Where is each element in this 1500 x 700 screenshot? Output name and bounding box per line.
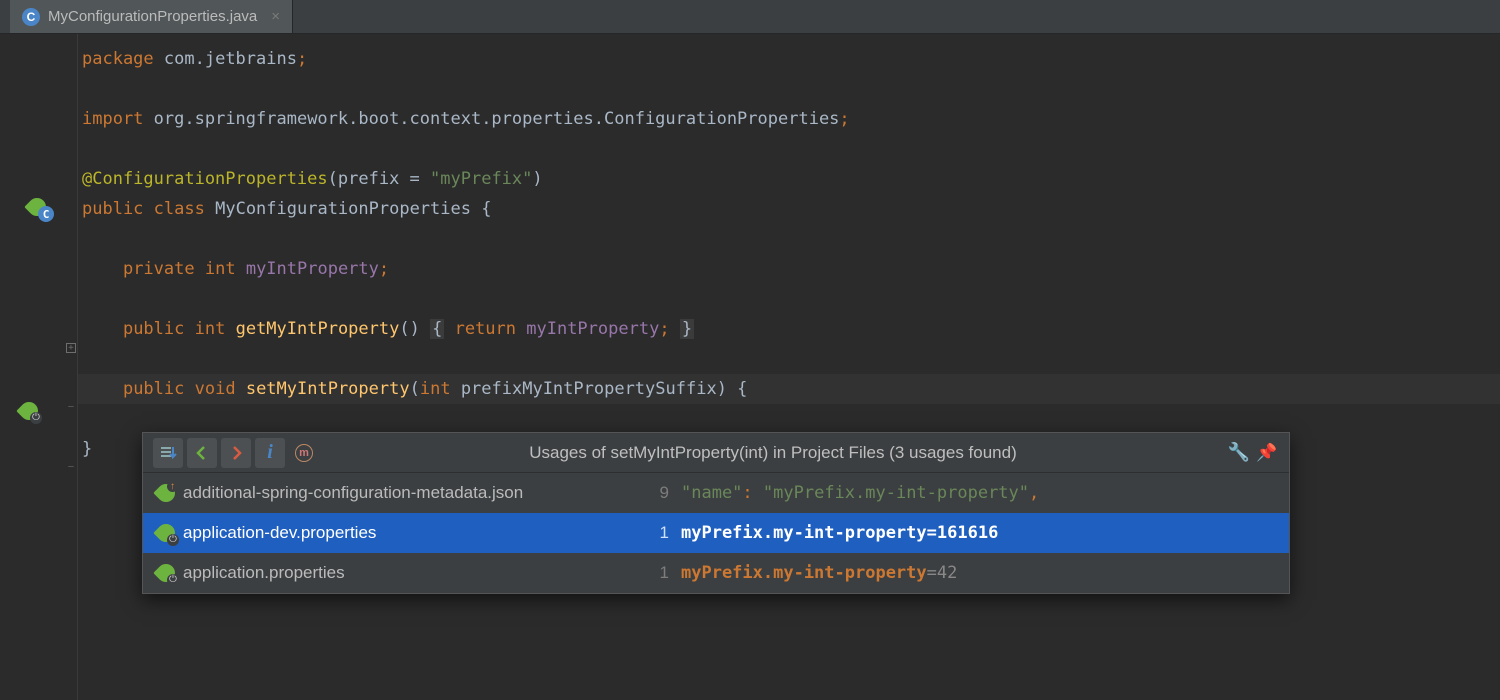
tab-filename: MyConfigurationProperties.java bbox=[48, 8, 257, 25]
editor-tab-bar: C MyConfigurationProperties.java × bbox=[0, 0, 1500, 34]
usage-snippet: "name": "myPrefix.my-int-property", bbox=[681, 483, 1275, 503]
usage-row[interactable]: additional-spring-configuration-metadata… bbox=[143, 473, 1289, 513]
method-icon: m bbox=[295, 444, 313, 462]
usage-line-number: 1 bbox=[629, 523, 669, 543]
annotation: @ConfigurationProperties bbox=[82, 169, 328, 189]
leaf-icon bbox=[157, 484, 175, 502]
kw-package: package bbox=[82, 49, 154, 69]
open-find-window-button[interactable] bbox=[153, 438, 183, 468]
arrow-back-icon bbox=[193, 444, 211, 462]
arrow-forward-icon bbox=[227, 444, 245, 462]
usage-line-number: 1 bbox=[629, 563, 669, 583]
class-name: MyConfigurationProperties bbox=[215, 199, 471, 219]
kw-public: public bbox=[123, 319, 184, 339]
usages-popup: i m Usages of setMyIntProperty(int) in P… bbox=[142, 432, 1290, 594]
usage-snippet: myPrefix.my-int-property=161616 bbox=[681, 523, 1275, 543]
spring-gutter-icon[interactable] bbox=[20, 402, 38, 425]
usages-list: additional-spring-configuration-metadata… bbox=[143, 473, 1289, 593]
usage-line-number: 9 bbox=[629, 483, 669, 503]
setter-name: setMyIntProperty bbox=[246, 379, 410, 399]
kw-int: int bbox=[205, 259, 236, 279]
usages-toolbar: i m Usages of setMyIntProperty(int) in P… bbox=[143, 433, 1289, 473]
usage-filename: additional-spring-configuration-metadata… bbox=[183, 483, 523, 503]
settings-button[interactable]: 🔧 bbox=[1227, 441, 1251, 465]
editor-tab[interactable]: C MyConfigurationProperties.java × bbox=[10, 0, 293, 33]
usage-row[interactable]: application.properties 1 myPrefix.my-int… bbox=[143, 553, 1289, 593]
kw-class: class bbox=[154, 199, 205, 219]
fold-icon[interactable]: – bbox=[66, 463, 76, 473]
pin-button[interactable]: 📌 bbox=[1255, 441, 1279, 465]
param-name: prefixMyIntPropertySuffix bbox=[461, 379, 717, 399]
getter-name: getMyIntProperty bbox=[236, 319, 400, 339]
kw-void: void bbox=[195, 379, 236, 399]
gutter: C + – – bbox=[0, 34, 78, 700]
info-button[interactable]: i bbox=[255, 438, 285, 468]
kw-public: public bbox=[82, 199, 143, 219]
leaf-icon bbox=[20, 402, 38, 420]
prev-occurrence-button[interactable] bbox=[187, 438, 217, 468]
close-icon[interactable]: × bbox=[271, 8, 280, 25]
kw-public: public bbox=[123, 379, 184, 399]
annotation-value: "myPrefix" bbox=[430, 169, 532, 189]
tab-bar-padding bbox=[0, 0, 10, 33]
kw-int: int bbox=[420, 379, 451, 399]
field-ref: myIntProperty bbox=[526, 319, 659, 339]
leaf-icon bbox=[157, 524, 175, 542]
editor-area: C + – – package com.jetbrains; import or… bbox=[0, 34, 1500, 700]
usage-filename: application.properties bbox=[183, 563, 345, 583]
field-name: myIntProperty bbox=[246, 259, 379, 279]
usage-row[interactable]: application-dev.properties 1 myPrefix.my… bbox=[143, 513, 1289, 553]
code-editor[interactable]: package com.jetbrains; import org.spring… bbox=[78, 34, 1500, 700]
annotation-attr: prefix bbox=[338, 169, 399, 189]
pin-icon: 📌 bbox=[1256, 443, 1277, 463]
next-occurrence-button[interactable] bbox=[221, 438, 251, 468]
fold-icon[interactable]: + bbox=[66, 343, 76, 353]
import-name: org.springframework.boot.context.propert… bbox=[154, 109, 840, 129]
java-class-icon: C bbox=[22, 8, 40, 26]
kw-int: int bbox=[195, 319, 226, 339]
kw-import: import bbox=[82, 109, 143, 129]
spring-gutter-icon[interactable]: C bbox=[28, 198, 46, 221]
package-name: com.jetbrains bbox=[164, 49, 297, 69]
usage-filename: application-dev.properties bbox=[183, 523, 376, 543]
class-badge-icon: C bbox=[38, 206, 54, 222]
method-filter-button[interactable]: m bbox=[289, 438, 319, 468]
usage-snippet: myPrefix.my-int-property=42 bbox=[681, 563, 1275, 583]
list-arrow-icon bbox=[159, 444, 177, 462]
info-icon: i bbox=[267, 441, 273, 464]
kw-private: private bbox=[123, 259, 195, 279]
leaf-icon bbox=[157, 564, 175, 582]
kw-return: return bbox=[455, 319, 516, 339]
usages-title: Usages of setMyIntProperty(int) in Proje… bbox=[323, 443, 1223, 463]
fold-icon[interactable]: – bbox=[66, 403, 76, 413]
wrench-icon: 🔧 bbox=[1228, 442, 1250, 463]
